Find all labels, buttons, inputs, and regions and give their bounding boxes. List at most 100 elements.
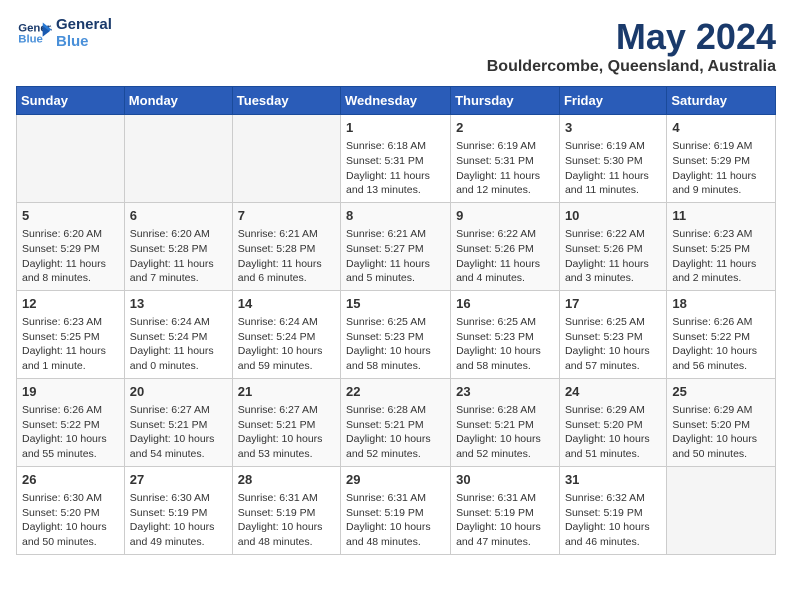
day-info: Sunrise: 6:27 AM Sunset: 5:21 PM Dayligh…: [130, 403, 227, 462]
calendar-week-5: 26Sunrise: 6:30 AM Sunset: 5:20 PM Dayli…: [17, 466, 776, 554]
day-number: 14: [238, 295, 335, 313]
day-info: Sunrise: 6:29 AM Sunset: 5:20 PM Dayligh…: [672, 403, 770, 462]
calendar-week-4: 19 Sunrise: 6:26 AM Sunset: 5:22 PM Dayli…: [17, 378, 776, 466]
day-info: Sunrise: 6:31 AM Sunset: 5:19 PM Dayligh…: [456, 491, 554, 550]
day-info: Sunrise: 6:25 AM Sunset: 5:23 PM Dayligh…: [346, 315, 445, 374]
calendar-cell: 29 Sunrise: 6:31 AM Sunset: 5:19 PM Dayli…: [341, 466, 451, 554]
calendar-cell: 8 Sunrise: 6:21 AM Sunset: 5:27 PM Daylig…: [341, 202, 451, 290]
calendar-cell: 4Sunrise: 6:19 AM Sunset: 5:29 PM Daylig…: [667, 115, 776, 203]
day-number: 1: [346, 119, 445, 137]
day-number: 22: [346, 383, 445, 401]
day-number: 30: [456, 471, 554, 489]
svg-text:Blue: Blue: [18, 34, 43, 46]
weekday-header-sunday: Sunday: [17, 87, 125, 115]
day-info: Sunrise: 6:19 AM Sunset: 5:31 PM Dayligh…: [456, 139, 554, 198]
logo: General Blue General Blue: [16, 16, 112, 50]
calendar-table: SundayMondayTuesdayWednesdayThursdayFrid…: [16, 86, 776, 555]
day-info: Sunrise: 6:23 AM Sunset: 5:25 PM Dayligh…: [672, 227, 770, 286]
title-area: May 2024 Bouldercombe, Queensland, Austr…: [487, 16, 776, 76]
day-info: Sunrise: 6:22 AM Sunset: 5:26 PM Dayligh…: [565, 227, 661, 286]
day-number: 23: [456, 383, 554, 401]
calendar-cell: 7Sunrise: 6:21 AM Sunset: 5:28 PM Daylig…: [232, 202, 340, 290]
day-info: Sunrise: 6:27 AM Sunset: 5:21 PM Dayligh…: [238, 403, 335, 462]
day-number: 20: [130, 383, 227, 401]
day-info: Sunrise: 6:24 AM Sunset: 5:24 PM Dayligh…: [130, 315, 227, 374]
day-info: Sunrise: 6:25 AM Sunset: 5:23 PM Dayligh…: [565, 315, 661, 374]
logo-blue: Blue: [56, 33, 112, 50]
logo-general: General: [56, 16, 112, 33]
calendar-cell: 13 Sunrise: 6:24 AM Sunset: 5:24 PM Dayli…: [124, 290, 232, 378]
calendar-cell: 16Sunrise: 6:25 AM Sunset: 5:23 PM Dayli…: [451, 290, 560, 378]
calendar-cell: 9 Sunrise: 6:22 AM Sunset: 5:26 PM Daylig…: [451, 202, 560, 290]
calendar-cell: 25 Sunrise: 6:29 AM Sunset: 5:20 PM Dayli…: [667, 378, 776, 466]
location: Bouldercombe, Queensland, Australia: [487, 58, 776, 76]
day-info: Sunrise: 6:26 AM Sunset: 5:22 PM Dayligh…: [672, 315, 770, 374]
day-number: 5: [22, 207, 119, 225]
day-number: 10: [565, 207, 661, 225]
day-number: 29: [346, 471, 445, 489]
day-info: Sunrise: 6:21 AM Sunset: 5:28 PM Dayligh…: [238, 227, 335, 286]
day-info: Sunrise: 6:30 AM Sunset: 5:20 PM Dayligh…: [22, 491, 119, 550]
day-number: 19: [22, 383, 119, 401]
calendar-week-3: 12 Sunrise: 6:23 AM Sunset: 5:25 PM Dayli…: [17, 290, 776, 378]
weekday-header-monday: Monday: [124, 87, 232, 115]
day-info: Sunrise: 6:20 AM Sunset: 5:28 PM Dayligh…: [130, 227, 227, 286]
day-info: Sunrise: 6:18 AM Sunset: 5:31 PM Dayligh…: [346, 139, 445, 198]
day-info: Sunrise: 6:28 AM Sunset: 5:21 PM Dayligh…: [456, 403, 554, 462]
calendar-week-2: 5Sunrise: 6:20 AM Sunset: 5:29 PM Daylig…: [17, 202, 776, 290]
day-number: 21: [238, 383, 335, 401]
day-number: 6: [130, 207, 227, 225]
calendar-cell: 6 Sunrise: 6:20 AM Sunset: 5:28 PM Daylig…: [124, 202, 232, 290]
calendar-cell: 22 Sunrise: 6:28 AM Sunset: 5:21 PM Dayli…: [341, 378, 451, 466]
calendar-cell: [124, 115, 232, 203]
weekday-header-thursday: Thursday: [451, 87, 560, 115]
calendar-cell: 31Sunrise: 6:32 AM Sunset: 5:19 PM Dayli…: [559, 466, 666, 554]
day-info: Sunrise: 6:23 AM Sunset: 5:25 PM Dayligh…: [22, 315, 119, 374]
calendar-cell: 28 Sunrise: 6:31 AM Sunset: 5:19 PM Dayli…: [232, 466, 340, 554]
calendar-cell: 1 Sunrise: 6:18 AM Sunset: 5:31 PM Daylig…: [341, 115, 451, 203]
day-info: Sunrise: 6:28 AM Sunset: 5:21 PM Dayligh…: [346, 403, 445, 462]
weekday-header-wednesday: Wednesday: [341, 87, 451, 115]
calendar-cell: 5Sunrise: 6:20 AM Sunset: 5:29 PM Daylig…: [17, 202, 125, 290]
calendar-cell: 19 Sunrise: 6:26 AM Sunset: 5:22 PM Dayli…: [17, 378, 125, 466]
calendar-cell: [17, 115, 125, 203]
calendar-cell: [232, 115, 340, 203]
day-info: Sunrise: 6:22 AM Sunset: 5:26 PM Dayligh…: [456, 227, 554, 286]
month-title: May 2024: [487, 16, 776, 58]
weekday-header-friday: Friday: [559, 87, 666, 115]
day-number: 9: [456, 207, 554, 225]
day-info: Sunrise: 6:24 AM Sunset: 5:24 PM Dayligh…: [238, 315, 335, 374]
calendar-week-1: 1 Sunrise: 6:18 AM Sunset: 5:31 PM Daylig…: [17, 115, 776, 203]
calendar-cell: 21 Sunrise: 6:27 AM Sunset: 5:21 PM Dayli…: [232, 378, 340, 466]
calendar-cell: 10 Sunrise: 6:22 AM Sunset: 5:26 PM Dayli…: [559, 202, 666, 290]
calendar-cell: 14 Sunrise: 6:24 AM Sunset: 5:24 PM Dayli…: [232, 290, 340, 378]
day-number: 8: [346, 207, 445, 225]
day-number: 25: [672, 383, 770, 401]
day-number: 27: [130, 471, 227, 489]
day-info: Sunrise: 6:19 AM Sunset: 5:29 PM Dayligh…: [672, 139, 770, 198]
day-number: 28: [238, 471, 335, 489]
calendar-cell: 24Sunrise: 6:29 AM Sunset: 5:20 PM Dayli…: [559, 378, 666, 466]
day-number: 13: [130, 295, 227, 313]
day-number: 12: [22, 295, 119, 313]
calendar-cell: 26Sunrise: 6:30 AM Sunset: 5:20 PM Dayli…: [17, 466, 125, 554]
day-info: Sunrise: 6:26 AM Sunset: 5:22 PM Dayligh…: [22, 403, 119, 462]
calendar-cell: 18 Sunrise: 6:26 AM Sunset: 5:22 PM Dayli…: [667, 290, 776, 378]
day-info: Sunrise: 6:31 AM Sunset: 5:19 PM Dayligh…: [346, 491, 445, 550]
day-number: 3: [565, 119, 661, 137]
day-number: 11: [672, 207, 770, 225]
day-info: Sunrise: 6:30 AM Sunset: 5:19 PM Dayligh…: [130, 491, 227, 550]
day-number: 18: [672, 295, 770, 313]
weekday-header-tuesday: Tuesday: [232, 87, 340, 115]
calendar-cell: 30 Sunrise: 6:31 AM Sunset: 5:19 PM Dayli…: [451, 466, 560, 554]
day-info: Sunrise: 6:29 AM Sunset: 5:20 PM Dayligh…: [565, 403, 661, 462]
calendar-cell: 2Sunrise: 6:19 AM Sunset: 5:31 PM Daylig…: [451, 115, 560, 203]
weekday-header-saturday: Saturday: [667, 87, 776, 115]
day-info: Sunrise: 6:21 AM Sunset: 5:27 PM Dayligh…: [346, 227, 445, 286]
logo-icon: General Blue: [16, 19, 52, 47]
day-info: Sunrise: 6:25 AM Sunset: 5:23 PM Dayligh…: [456, 315, 554, 374]
calendar-cell: 23 Sunrise: 6:28 AM Sunset: 5:21 PM Dayli…: [451, 378, 560, 466]
day-info: Sunrise: 6:31 AM Sunset: 5:19 PM Dayligh…: [238, 491, 335, 550]
calendar-cell: [667, 466, 776, 554]
calendar-header-row: SundayMondayTuesdayWednesdayThursdayFrid…: [17, 87, 776, 115]
